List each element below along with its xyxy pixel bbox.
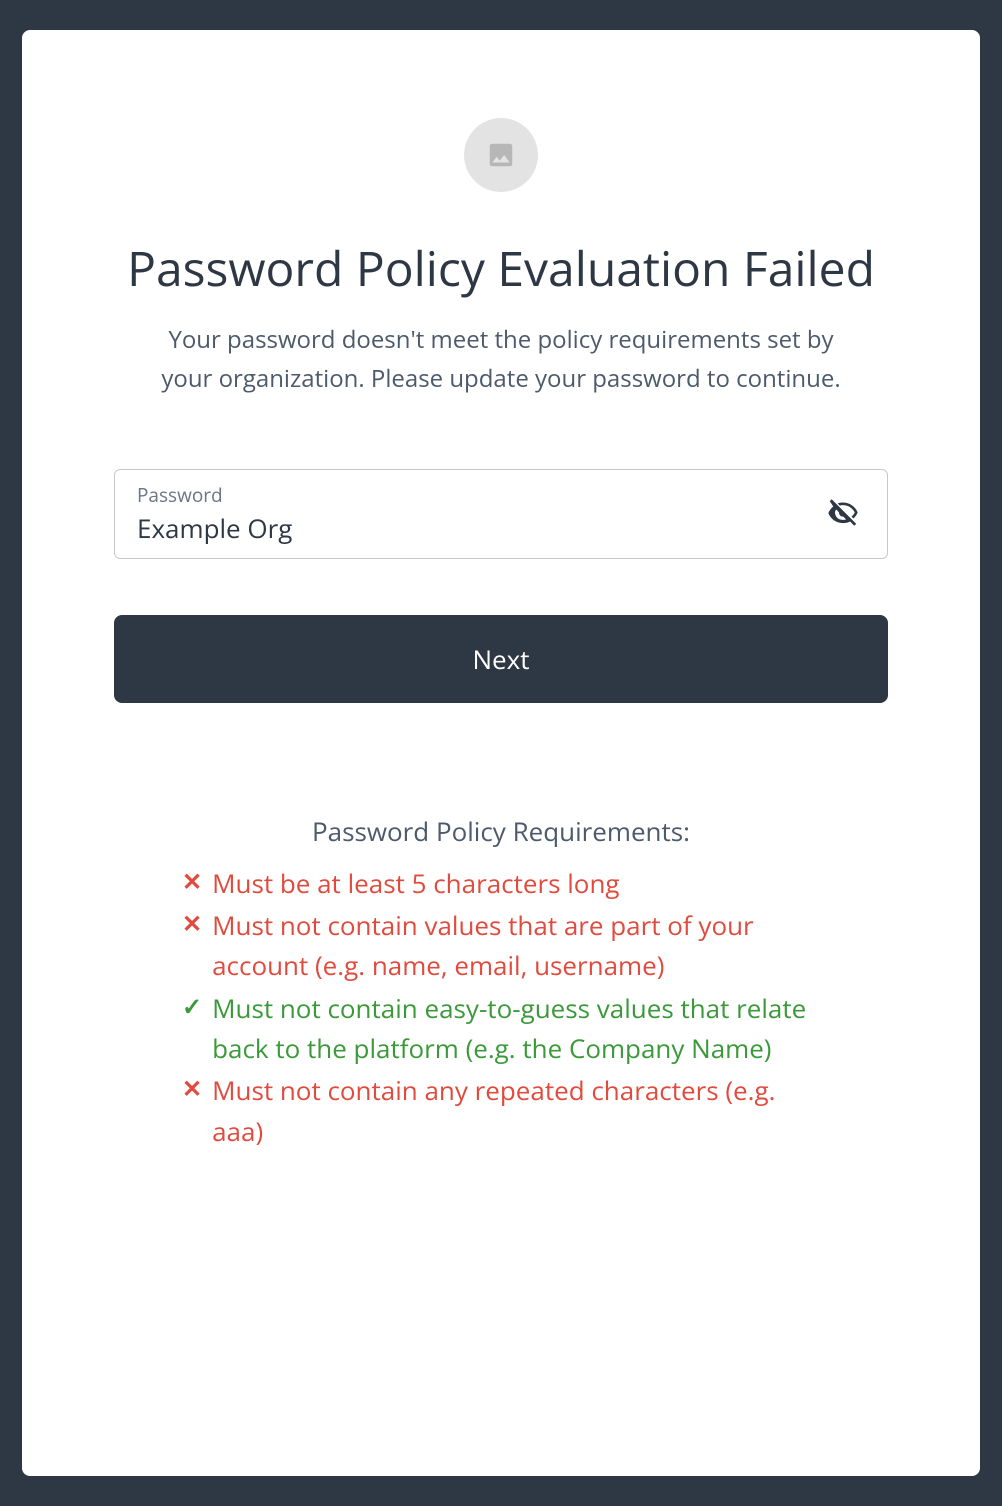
requirement-item: ✕ Must be at least 5 characters long — [182, 863, 820, 903]
requirements-list: ✕ Must be at least 5 characters long ✕ Must… — [92, 863, 910, 1151]
page-title: Password Policy Evaluation Failed — [92, 240, 910, 298]
requirement-item: ✕ Must not contain values that are part o… — [182, 905, 820, 986]
cross-icon: ✕ — [182, 905, 202, 942]
cross-icon: ✕ — [182, 1070, 202, 1107]
password-policy-card: Password Policy Evaluation Failed Your p… — [22, 30, 980, 1476]
eye-off-icon — [827, 516, 859, 531]
image-placeholder-icon — [464, 118, 538, 192]
check-icon: ✓ — [182, 988, 202, 1025]
password-label: Password — [137, 482, 823, 508]
requirement-item: ✓ Must not contain easy-to-guess values t… — [182, 988, 820, 1069]
requirements-heading: Password Policy Requirements: — [92, 813, 910, 849]
requirement-text: Must not contain easy-to-guess values th… — [212, 988, 820, 1069]
toggle-visibility-button[interactable] — [821, 490, 865, 537]
requirement-text: Must not contain any repeated characters… — [212, 1070, 820, 1151]
requirement-item: ✕ Must not contain any repeated character… — [182, 1070, 820, 1151]
cross-icon: ✕ — [182, 863, 202, 900]
requirement-text: Must not contain values that are part of… — [212, 905, 820, 986]
requirement-text: Must be at least 5 characters long — [212, 863, 820, 903]
password-field-wrapper[interactable]: Password — [114, 469, 888, 559]
password-input[interactable] — [137, 510, 823, 546]
page-subtitle: Your password doesn't meet the policy re… — [151, 320, 851, 399]
next-button[interactable]: Next — [114, 615, 888, 703]
logo-container — [92, 118, 910, 192]
